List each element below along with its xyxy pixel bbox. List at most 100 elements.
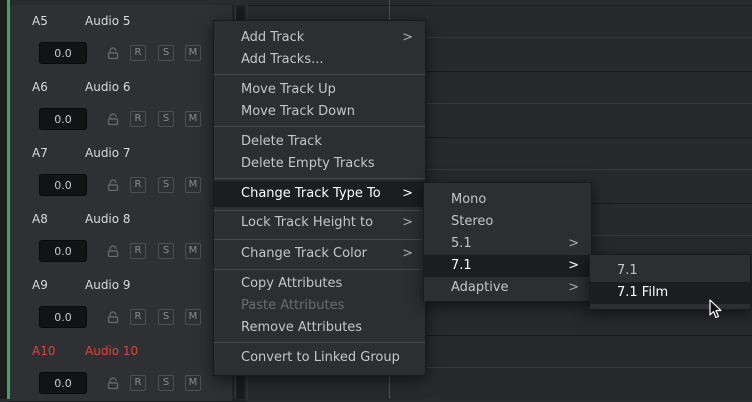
lane-divider xyxy=(248,5,752,6)
track-id: A6 xyxy=(32,80,48,94)
mouse-cursor-icon xyxy=(709,299,722,319)
record-arm-button[interactable]: R xyxy=(130,45,146,61)
menu-item-label: Move Track Down xyxy=(241,104,355,119)
menu-separator xyxy=(214,178,425,179)
menu-item-delete-empty[interactable]: Delete Empty Tracks xyxy=(214,153,425,175)
record-arm-button[interactable]: R xyxy=(130,111,146,127)
menu-item-label: Change Track Type To xyxy=(241,186,381,201)
track-context-menu: Add Track > Add Tracks... Move Track Up … xyxy=(213,20,426,376)
menu-item-label: Delete Track xyxy=(241,134,322,149)
mute-button[interactable]: M xyxy=(185,177,201,193)
menu-separator xyxy=(214,342,425,343)
track-name[interactable]: Audio 10 xyxy=(85,344,138,358)
menu-item-paste-attributes: Paste Attributes xyxy=(214,295,425,317)
menu-item-label: Copy Attributes xyxy=(241,276,343,291)
submenu-arrow-icon: > xyxy=(402,215,413,230)
solo-button[interactable]: S xyxy=(158,177,174,193)
menu-item-remove-attributes[interactable]: Remove Attributes xyxy=(214,317,425,339)
menu-item-lock-height[interactable]: Lock Track Height to > xyxy=(214,212,425,234)
menu-item-label: Delete Empty Tracks xyxy=(241,156,375,171)
menu-item-label: Stereo xyxy=(451,214,494,229)
track-volume-field[interactable]: 0.0 xyxy=(39,306,87,328)
lock-icon[interactable] xyxy=(107,245,119,257)
track-id: A9 xyxy=(32,278,48,292)
menu-item-label: Add Track xyxy=(241,30,305,45)
menu-item-copy-attributes[interactable]: Copy Attributes xyxy=(214,273,425,295)
mute-button[interactable]: M xyxy=(185,375,201,391)
mute-button[interactable]: M xyxy=(185,45,201,61)
menu-item-move-down[interactable]: Move Track Down xyxy=(214,101,425,123)
submenu-arrow-icon: > xyxy=(402,186,413,201)
record-arm-button[interactable]: R xyxy=(130,309,146,325)
menu-item-label: 7.1 Film xyxy=(617,285,669,300)
submenu-arrow-icon: > xyxy=(568,258,579,273)
track-id: A5 xyxy=(32,14,48,28)
menu-separator xyxy=(214,126,425,127)
menu-item-stereo[interactable]: Stereo xyxy=(424,211,591,233)
track-id: A8 xyxy=(32,212,48,226)
menu-item-7-1[interactable]: 7.1 > xyxy=(424,255,591,277)
lock-icon[interactable] xyxy=(107,377,119,389)
menu-item-label: Remove Attributes xyxy=(241,320,363,335)
menu-separator xyxy=(214,74,425,75)
track-volume-field[interactable]: 0.0 xyxy=(39,372,87,394)
seven-one-submenu: 7.1 7.1 Film xyxy=(589,254,751,310)
menu-item-label: Move Track Up xyxy=(241,82,336,97)
track-id: A7 xyxy=(32,146,48,160)
lock-icon[interactable] xyxy=(107,113,119,125)
menu-item-delete-track[interactable]: Delete Track xyxy=(214,131,425,153)
menu-item-label: 7.1 xyxy=(617,263,638,278)
menu-separator xyxy=(214,210,425,211)
track-name[interactable]: Audio 7 xyxy=(85,146,131,160)
track-name[interactable]: Audio 8 xyxy=(85,212,131,226)
menu-separator xyxy=(214,269,425,270)
menu-item-label: Mono xyxy=(451,192,487,207)
track-name[interactable]: Audio 5 xyxy=(85,14,131,28)
track-type-submenu: Mono Stereo 5.1 > 7.1 > Adaptive > xyxy=(423,182,592,302)
menu-item-label: Lock Track Height to xyxy=(241,215,374,230)
menu-item-change-type[interactable]: Change Track Type To > xyxy=(214,181,425,207)
solo-button[interactable]: S xyxy=(158,243,174,259)
submenu-arrow-icon: > xyxy=(568,280,579,295)
track-name[interactable]: Audio 9 xyxy=(85,278,131,292)
menu-item-7-1-film[interactable]: 7.1 Film xyxy=(590,282,750,304)
menu-item-label: 5.1 xyxy=(451,236,472,251)
submenu-arrow-icon: > xyxy=(568,236,579,251)
lock-icon[interactable] xyxy=(107,179,119,191)
menu-item-label: Paste Attributes xyxy=(241,298,345,313)
menu-item-add-tracks[interactable]: Add Tracks... xyxy=(214,49,425,71)
track-name[interactable]: Audio 6 xyxy=(85,80,131,94)
record-arm-button[interactable]: R xyxy=(130,177,146,193)
menu-item-change-color[interactable]: Change Track Color > xyxy=(214,243,425,265)
submenu-arrow-icon: > xyxy=(402,246,413,261)
menu-item-7-1-standard[interactable]: 7.1 xyxy=(590,260,750,282)
mute-button[interactable]: M xyxy=(185,243,201,259)
menu-separator xyxy=(214,239,425,240)
mute-button[interactable]: M xyxy=(185,309,201,325)
solo-button[interactable]: S xyxy=(158,375,174,391)
solo-button[interactable]: S xyxy=(158,111,174,127)
solo-button[interactable]: S xyxy=(158,45,174,61)
menu-item-mono[interactable]: Mono xyxy=(424,189,591,211)
menu-item-label: Add Tracks... xyxy=(241,52,324,67)
track-volume-field[interactable]: 0.0 xyxy=(39,42,87,64)
menu-item-move-up[interactable]: Move Track Up xyxy=(214,79,425,101)
mute-button[interactable]: M xyxy=(185,111,201,127)
track-volume-field[interactable]: 0.0 xyxy=(39,174,87,196)
menu-item-adaptive[interactable]: Adaptive > xyxy=(424,277,591,299)
record-arm-button[interactable]: R xyxy=(130,375,146,391)
menu-item-label: Change Track Color xyxy=(241,246,367,261)
lock-icon[interactable] xyxy=(107,311,119,323)
track-volume-field[interactable]: 0.0 xyxy=(39,108,87,130)
solo-button[interactable]: S xyxy=(158,309,174,325)
menu-item-add-track[interactable]: Add Track > xyxy=(214,27,425,49)
lock-icon[interactable] xyxy=(107,47,119,59)
menu-item-convert-linked[interactable]: Convert to Linked Group xyxy=(214,347,425,369)
track-volume-field[interactable]: 0.0 xyxy=(39,240,87,262)
menu-item-label: 7.1 xyxy=(451,258,472,273)
menu-item-5-1[interactable]: 5.1 > xyxy=(424,233,591,255)
menu-item-label: Adaptive xyxy=(451,280,509,295)
track-id: A10 xyxy=(32,344,56,358)
submenu-arrow-icon: > xyxy=(402,30,413,45)
record-arm-button[interactable]: R xyxy=(130,243,146,259)
